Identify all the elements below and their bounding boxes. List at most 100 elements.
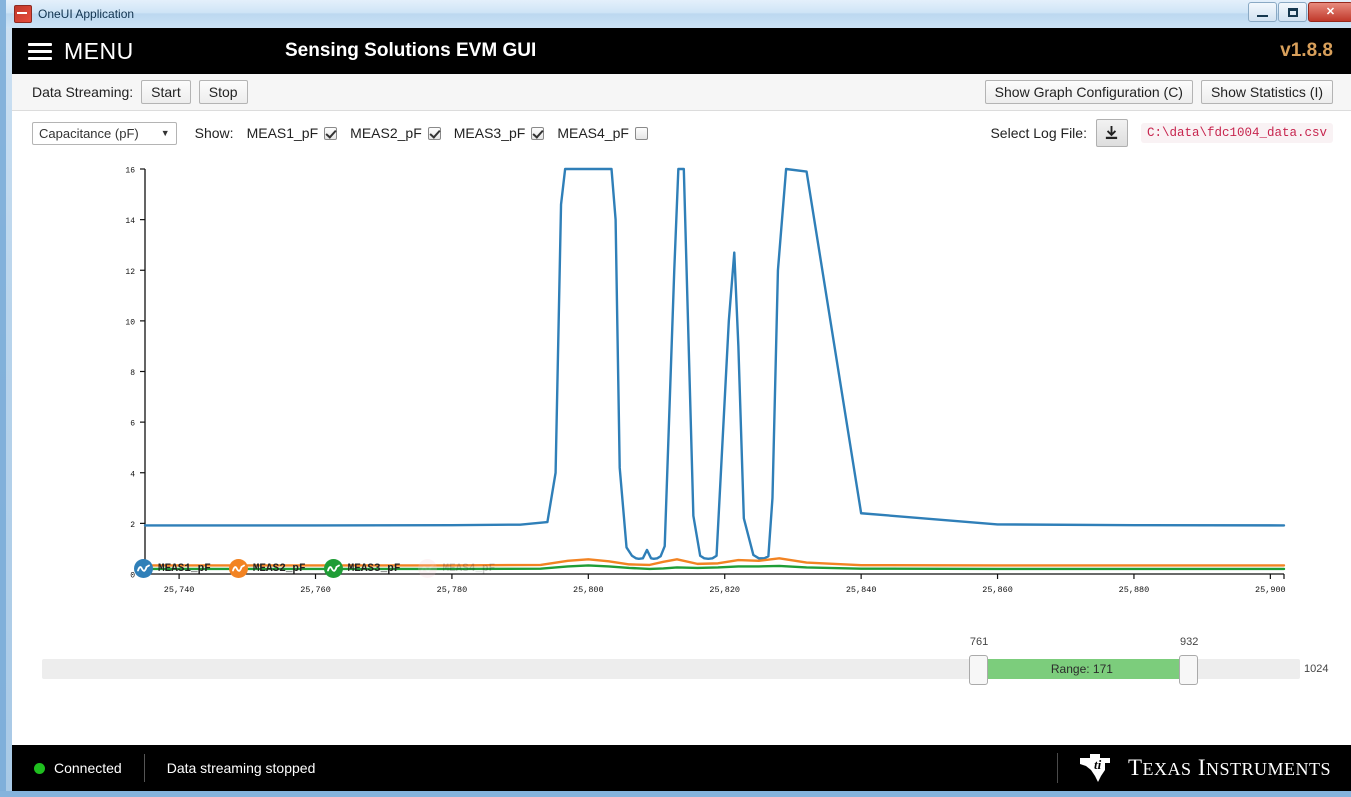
svg-text:25,880: 25,880 [1119, 585, 1150, 595]
meas4-checkbox[interactable] [634, 126, 648, 140]
log-file-path[interactable]: C:\data\fdc1004_data.csv [1140, 123, 1333, 143]
meas-toggle-meas2[interactable]: MEAS2_pF [350, 125, 441, 141]
meas3-checkbox[interactable] [531, 126, 545, 140]
range-slider-left-handle[interactable]: 761 [968, 636, 988, 685]
legend-label-meas2: MEAS2_pF [252, 562, 306, 575]
show-graph-configuration-button[interactable]: Show Graph Configuration (C) [984, 80, 1193, 104]
legend-label-meas3: MEAS3_pF [347, 562, 401, 575]
data-streaming-label: Data Streaming: [32, 84, 134, 100]
maximize-icon [1287, 7, 1298, 17]
unit-select-value: Capacitance (pF) [39, 125, 139, 141]
close-icon: ✕ [1325, 5, 1336, 18]
meas1-checkbox[interactable] [324, 126, 338, 140]
meas-toggle-meas3[interactable]: MEAS3_pF [454, 125, 545, 141]
minimize-button[interactable] [1248, 2, 1277, 22]
start-button[interactable]: Start [141, 80, 191, 104]
select-log-file-label: Select Log File: [990, 125, 1087, 141]
range-slider-right-value: 932 [1179, 636, 1199, 648]
status-bar: Connected Data streaming stopped ti TEXA… [12, 745, 1351, 791]
window-title: OneUI Application [38, 7, 135, 21]
unit-select[interactable]: Capacitance (pF) ▼ [32, 121, 177, 145]
close-button[interactable]: ✕ [1308, 2, 1351, 22]
window-controls: ✕ [1248, 2, 1351, 22]
range-slider-right-handle[interactable]: 932 [1178, 636, 1198, 685]
minimize-icon [1257, 14, 1268, 17]
legend-item-meas2[interactable]: MEAS2_pF [228, 559, 306, 578]
svg-text:25,780: 25,780 [437, 585, 468, 595]
app-header: MENU Sensing Solutions EVM GUI v1.8.8 [12, 28, 1351, 74]
chevron-down-icon: ▼ [160, 128, 170, 138]
svg-text:16: 16 [125, 167, 135, 176]
svg-text:10: 10 [125, 318, 135, 327]
app-icon [14, 5, 32, 23]
svg-text:25,740: 25,740 [164, 585, 195, 595]
meas4-label: MEAS4_pF [557, 125, 629, 141]
meas2-checkbox[interactable] [427, 126, 441, 140]
svg-text:25,840: 25,840 [846, 585, 877, 595]
svg-text:14: 14 [125, 217, 135, 226]
select-log-file-button[interactable] [1095, 119, 1128, 147]
streaming-status-label: Data streaming stopped [166, 760, 316, 776]
menu-button[interactable]: MENU [28, 38, 134, 65]
stop-button[interactable]: Stop [198, 80, 248, 104]
svg-text:ti: ti [1094, 757, 1102, 772]
range-max-label: 1024 [1304, 663, 1329, 675]
legend-item-meas3[interactable]: MEAS3_pF [323, 559, 401, 578]
svg-text:25,760: 25,760 [300, 585, 331, 595]
range-slider-left-value: 761 [969, 636, 989, 648]
toolbar: Data Streaming: Start Stop Show Graph Co… [12, 74, 1351, 111]
legend-label-meas1: MEAS1_pF [158, 562, 211, 575]
svg-text:4: 4 [130, 470, 135, 479]
controls-row: Capacitance (pF) ▼ Show: MEAS1_pF MEAS2_… [12, 111, 1351, 155]
chart-container: 0 2 4 6 8 10 12 14 16 25,740 25,760 25,780 25,800 25,… [12, 155, 1351, 635]
version-label: v1.8.8 [1280, 40, 1333, 61]
application-content: MENU Sensing Solutions EVM GUI v1.8.8 Da… [12, 28, 1351, 791]
range-slider-selection[interactable]: Range: 171 [976, 659, 1187, 679]
meas-toggle-meas4[interactable]: MEAS4_pF [557, 125, 648, 141]
meas2-label: MEAS2_pF [350, 125, 422, 141]
range-slider-value-label: Range: 171 [1050, 662, 1113, 676]
wave-icon [134, 559, 153, 578]
maximize-button[interactable] [1278, 2, 1307, 22]
svg-text:8: 8 [130, 369, 135, 378]
brand-name: TEXAS INSTRUMENTS [1127, 755, 1331, 780]
chart-axes: 024681012141625,740 25,760 25,780 25,800 25,… [125, 167, 1285, 596]
window-title-bar: OneUI Application ✕ [6, 0, 1351, 28]
capacitance-chart[interactable]: 024681012141625,740 25,760 25,780 25,800 25,… [12, 155, 1351, 596]
svg-text:25,900: 25,900 [1255, 585, 1286, 595]
connection-status-indicator [34, 762, 45, 774]
menu-label: MENU [64, 37, 134, 64]
toolbar-right-group: Show Graph Configuration (C) Show Statis… [977, 80, 1333, 104]
svg-text:12: 12 [125, 268, 135, 277]
legend-label-meas4: MEAS4_pF [442, 562, 496, 575]
ti-logo-icon: ti [1079, 754, 1110, 782]
ti-brand: ti TEXAS INSTRUMENTS [1056, 752, 1331, 784]
download-icon [1106, 125, 1118, 139]
brand-divider [1056, 753, 1058, 783]
svg-text:25,800: 25,800 [573, 585, 604, 595]
status-divider [143, 754, 145, 782]
legend-item-meas4[interactable]: MEAS4_pF [418, 559, 495, 578]
chart-legend: MEAS1_pF MEAS2_pF MEAS3_pF MEAS4_pF [134, 559, 495, 578]
wave-icon [418, 559, 438, 578]
svg-text:25,860: 25,860 [982, 585, 1013, 595]
legend-item-meas1[interactable]: MEAS1_pF [134, 559, 211, 578]
connection-status-label: Connected [54, 760, 122, 776]
application-window: OneUI Application ✕ MENU Sensing Solutio… [0, 0, 1351, 797]
range-slider-zone: 0 1024 Range: 171 761 932 [12, 635, 1351, 693]
page-title: Sensing Solutions EVM GUI [285, 40, 537, 61]
meas3-label: MEAS3_pF [453, 125, 526, 141]
meas-toggle-meas1[interactable]: MEAS1_pF [247, 125, 338, 141]
show-label: Show: [194, 125, 234, 141]
svg-text:25,820: 25,820 [709, 585, 740, 595]
svg-text:2: 2 [130, 521, 135, 530]
wave-icon [323, 559, 343, 578]
svg-text:6: 6 [130, 420, 135, 429]
log-file-group: Select Log File: C:\data\fdc1004_data.cs… [990, 119, 1333, 147]
wave-icon [228, 559, 248, 578]
chart-series [143, 167, 1286, 571]
meas1-label: MEAS1_pF [246, 125, 319, 141]
range-slider-track[interactable]: Range: 171 761 932 [42, 636, 1300, 685]
hamburger-icon [28, 42, 52, 60]
show-statistics-button[interactable]: Show Statistics (I) [1200, 80, 1333, 104]
